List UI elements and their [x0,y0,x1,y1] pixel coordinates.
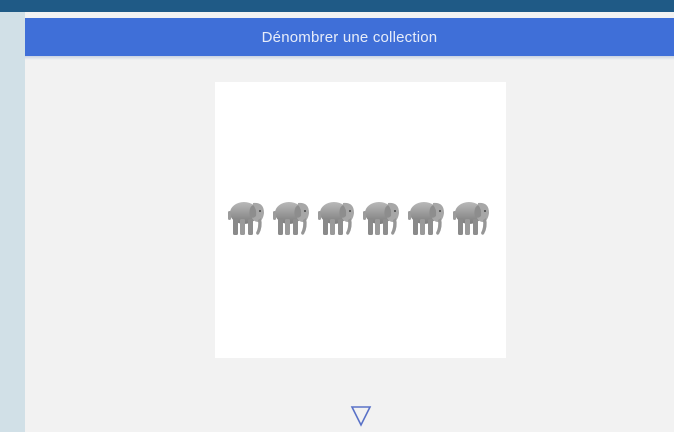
elephant-icon [453,202,489,235]
app-window: Dénombrer une collection [0,0,674,432]
elephant-collection [226,194,498,238]
exercise-header: Dénombrer une collection [25,18,674,56]
header-shadow [25,56,674,60]
triangle-down-icon[interactable] [349,404,373,428]
exercise-title: Dénombrer une collection [261,28,438,46]
elephant-icon [363,202,399,235]
left-panel [0,12,25,432]
collection-card [215,82,506,358]
elephant-icon [273,202,309,235]
elephant-icon [318,202,354,235]
elephant-icon [408,202,444,235]
elephant-icon [228,202,264,235]
top-bar [0,0,674,12]
